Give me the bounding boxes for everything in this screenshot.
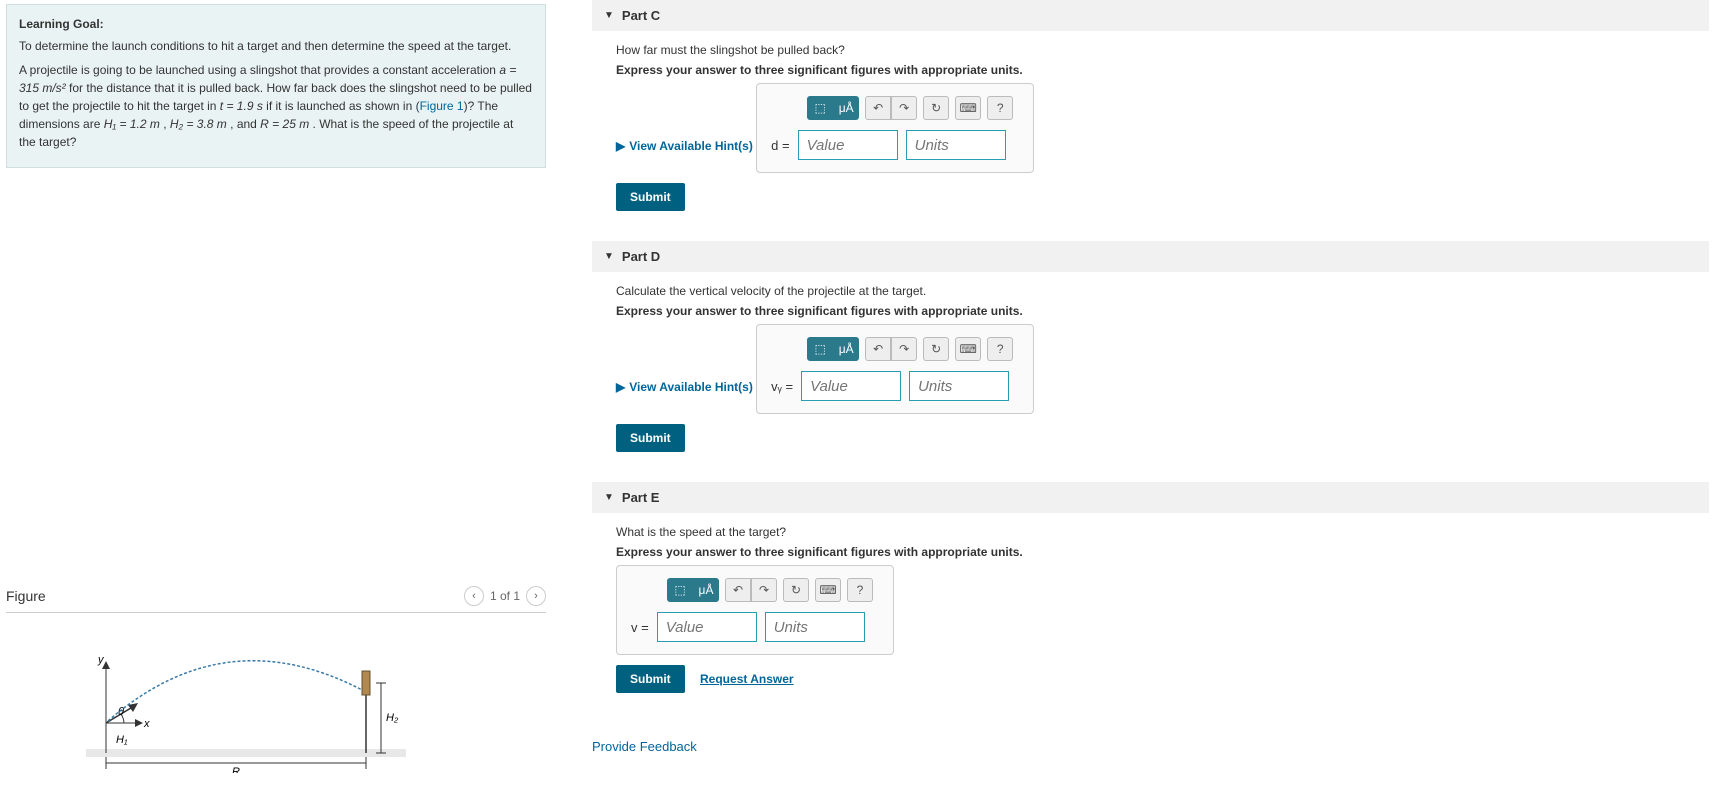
var-label-d: vᵧ = — [771, 379, 793, 394]
part-d-instruct: Express your answer to three significant… — [616, 304, 1685, 318]
hints-toggle[interactable]: ▶View Available Hint(s) — [616, 139, 753, 153]
figure-title: Figure — [6, 588, 46, 604]
reset-button[interactable]: ↻ — [923, 337, 949, 361]
undo-button[interactable]: ↶ — [865, 96, 891, 120]
part-d-question: Calculate the vertical velocity of the p… — [616, 284, 1685, 298]
figure-nav-label: 1 of 1 — [490, 589, 520, 603]
reset-button[interactable]: ↻ — [783, 578, 809, 602]
svg-text:H₂: H₂ — [386, 712, 399, 724]
provide-feedback-link[interactable]: Provide Feedback — [592, 739, 697, 754]
part-e-instruct: Express your answer to three significant… — [616, 545, 1685, 559]
caret-right-icon: ▶ — [616, 139, 625, 153]
svg-text:x: x — [143, 718, 150, 730]
reset-button[interactable]: ↻ — [923, 96, 949, 120]
learning-goal-body: A projectile is going to be launched usi… — [19, 61, 533, 151]
submit-button-d[interactable]: Submit — [616, 424, 685, 452]
learning-goal-box: Learning Goal: To determine the launch c… — [6, 4, 546, 168]
figure-link[interactable]: Figure 1 — [420, 99, 464, 113]
units-input-d[interactable] — [909, 371, 1009, 401]
svg-text:y: y — [97, 654, 105, 666]
keyboard-button[interactable]: ⌨ — [815, 578, 841, 602]
part-c-question: How far must the slingshot be pulled bac… — [616, 43, 1685, 57]
units-input-e[interactable] — [765, 612, 865, 642]
part-d: ▼ Part D Calculate the vertical velocity… — [592, 241, 1709, 464]
part-e-question: What is the speed at the target? — [616, 525, 1685, 539]
part-c-title: Part C — [622, 8, 660, 23]
part-e-header[interactable]: ▼ Part E — [592, 482, 1709, 513]
svg-text:R: R — [232, 766, 240, 773]
caret-down-icon: ▼ — [604, 251, 614, 262]
help-button[interactable]: ? — [847, 578, 873, 602]
part-c-instruct: Express your answer to three significant… — [616, 63, 1685, 77]
value-input-c[interactable] — [798, 130, 898, 160]
part-c: ▼ Part C How far must the slingshot be p… — [592, 0, 1709, 223]
symbols-button[interactable]: μÅ — [693, 578, 719, 602]
var-label-e: v = — [631, 620, 649, 635]
help-button[interactable]: ? — [987, 96, 1013, 120]
value-input-d[interactable] — [801, 371, 901, 401]
figure-next-button[interactable]: › — [526, 586, 546, 606]
submit-button-c[interactable]: Submit — [616, 183, 685, 211]
answer-box-c: ⬚ μÅ ↶ ↷ ↻ ⌨ ? d = — [756, 83, 1034, 173]
part-e: ▼ Part E What is the speed at the target… — [592, 482, 1709, 705]
templates-button[interactable]: ⬚ — [807, 337, 833, 361]
figure-prev-button[interactable]: ‹ — [464, 586, 484, 606]
var-label-c: d = — [771, 138, 789, 153]
caret-down-icon: ▼ — [604, 492, 614, 503]
figure-section: Figure ‹ 1 of 1 › y x — [0, 580, 552, 796]
undo-button[interactable]: ↶ — [865, 337, 891, 361]
value-input-e[interactable] — [657, 612, 757, 642]
redo-button[interactable]: ↷ — [891, 337, 917, 361]
request-answer-link[interactable]: Request Answer — [700, 672, 794, 686]
redo-button[interactable]: ↷ — [891, 96, 917, 120]
symbols-button[interactable]: μÅ — [833, 96, 859, 120]
keyboard-button[interactable]: ⌨ — [955, 96, 981, 120]
svg-text:H₁: H₁ — [116, 734, 128, 746]
figure-image: y x θ H₂ H₁ — [6, 613, 546, 796]
part-d-header[interactable]: ▼ Part D — [592, 241, 1709, 272]
templates-button[interactable]: ⬚ — [807, 96, 833, 120]
redo-button[interactable]: ↷ — [751, 578, 777, 602]
learning-goal-title: Learning Goal: — [19, 15, 533, 33]
help-button[interactable]: ? — [987, 337, 1013, 361]
part-d-title: Part D — [622, 249, 660, 264]
units-input-c[interactable] — [906, 130, 1006, 160]
part-e-title: Part E — [622, 490, 660, 505]
undo-button[interactable]: ↶ — [725, 578, 751, 602]
caret-down-icon: ▼ — [604, 10, 614, 21]
submit-button-e[interactable]: Submit — [616, 665, 685, 693]
learning-goal-intro: To determine the launch conditions to hi… — [19, 37, 533, 55]
part-c-header[interactable]: ▼ Part C — [592, 0, 1709, 31]
hints-toggle[interactable]: ▶View Available Hint(s) — [616, 380, 753, 394]
answer-box-d: ⬚ μÅ ↶ ↷ ↻ ⌨ ? vᵧ = — [756, 324, 1034, 414]
symbols-button[interactable]: μÅ — [833, 337, 859, 361]
answer-box-e: ⬚ μÅ ↶ ↷ ↻ ⌨ ? v = — [616, 565, 894, 655]
caret-right-icon: ▶ — [616, 380, 625, 394]
keyboard-button[interactable]: ⌨ — [955, 337, 981, 361]
templates-button[interactable]: ⬚ — [667, 578, 693, 602]
